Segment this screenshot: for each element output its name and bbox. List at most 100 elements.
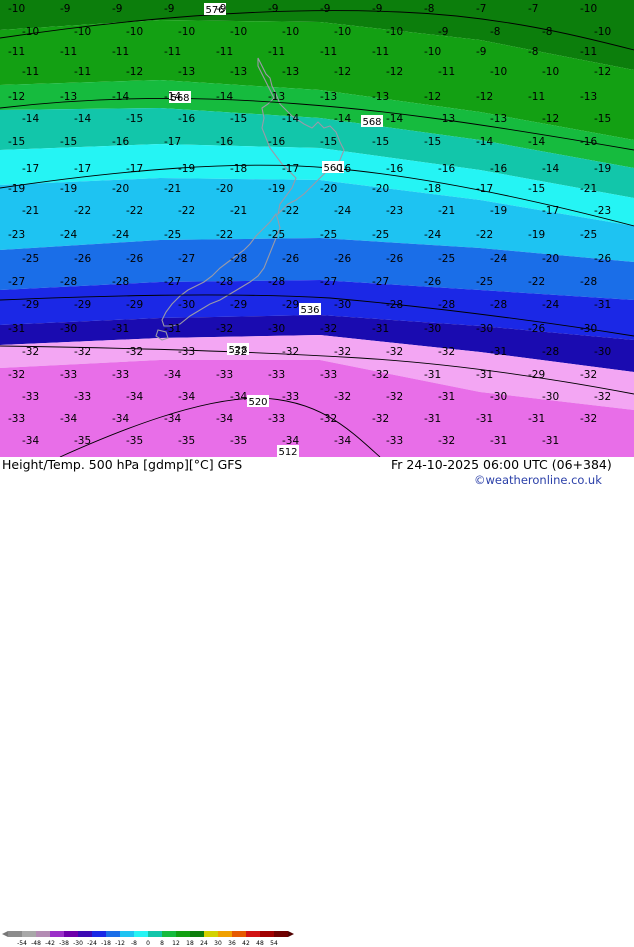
temperature-label: -12 xyxy=(8,91,25,103)
temperature-label: -8 xyxy=(424,3,434,15)
temperature-label: -10 xyxy=(126,26,143,38)
temperature-label: -10 xyxy=(74,26,91,38)
temperature-label: -26 xyxy=(74,253,91,265)
temperature-label: -7 xyxy=(476,3,486,15)
temperature-label: -14 xyxy=(334,113,351,125)
temperature-label: -28 xyxy=(542,346,559,358)
height-label: 520 xyxy=(247,395,269,408)
colorbar-swatch xyxy=(36,931,50,937)
temperature-label: -31 xyxy=(424,413,441,425)
temperature-label: -12 xyxy=(126,66,143,78)
temperature-label: -12 xyxy=(476,91,493,103)
temperature-label: -27 xyxy=(178,253,195,265)
temperature-label: -24 xyxy=(60,229,77,241)
colorbar-swatch xyxy=(106,931,120,937)
temperature-label: -24 xyxy=(424,229,441,241)
temperature-label: -32 xyxy=(334,391,351,403)
temperature-label: -32 xyxy=(438,346,455,358)
temperature-label: -10 xyxy=(334,26,351,38)
temperature-label: -16 xyxy=(268,136,285,148)
temperature-label: -30 xyxy=(60,323,77,335)
temperature-label: -15 xyxy=(594,113,611,125)
temperature-label: -30 xyxy=(542,391,559,403)
temperature-label: -14 xyxy=(476,136,493,148)
colorbar-tick-label: 42 xyxy=(242,940,250,947)
temperature-label: -32 xyxy=(594,391,611,403)
temperature-label: -21 xyxy=(230,205,247,217)
temperature-label: -34 xyxy=(164,369,181,381)
temperature-label: -13 xyxy=(268,91,285,103)
credit-link[interactable]: ©weatheronline.co.uk xyxy=(474,473,602,487)
colorbar-tick-label: 54 xyxy=(270,940,278,947)
temperature-label: -23 xyxy=(8,229,25,241)
temperature-label: -13 xyxy=(372,91,389,103)
temperature-label: -21 xyxy=(22,205,39,217)
colorbar-swatch xyxy=(134,931,148,937)
temperature-label: -11 xyxy=(112,46,129,58)
temperature-label: -29 xyxy=(230,299,247,311)
svg-text:512: 512 xyxy=(278,447,297,457)
temperature-label: -15 xyxy=(424,136,441,148)
temperature-label: -32 xyxy=(386,346,403,358)
temperature-label: -7 xyxy=(528,3,538,15)
product-title: Height/Temp. 500 hPa [gdmp][°C] GFS xyxy=(2,457,243,472)
colorbar-swatch xyxy=(162,931,176,937)
svg-text:520: 520 xyxy=(248,397,267,408)
temperature-label: -16 xyxy=(178,113,195,125)
temperature-label: -25 xyxy=(580,229,597,241)
temperature-label: -11 xyxy=(372,46,389,58)
temperature-label: -13 xyxy=(178,66,195,78)
temperature-label: -28 xyxy=(230,253,247,265)
temperature-label: -30 xyxy=(268,323,285,335)
colorbar-tick-label: -30 xyxy=(73,940,83,947)
temperature-label: -22 xyxy=(178,205,195,217)
temperature-label: -32 xyxy=(580,369,597,381)
temperature-label: -19 xyxy=(8,183,25,195)
temperature-label: -27 xyxy=(164,276,181,288)
temperature-label: -35 xyxy=(178,435,195,447)
temperature-label: -11 xyxy=(528,91,545,103)
temperature-label: -11 xyxy=(580,46,597,58)
temperature-label: -31 xyxy=(112,323,129,335)
temperature-label: -25 xyxy=(372,229,389,241)
temperature-label: -15 xyxy=(60,136,77,148)
temperature-label: -24 xyxy=(334,205,351,217)
temperature-label: -31 xyxy=(372,323,389,335)
temperature-label: -20 xyxy=(216,183,233,195)
temperature-label: -15 xyxy=(528,183,545,195)
temperature-label: -26 xyxy=(594,253,611,265)
temperature-label: -16 xyxy=(438,163,455,175)
temperature-label: -14 xyxy=(74,113,91,125)
temperature-label: -10 xyxy=(8,3,25,15)
temperature-label: -34 xyxy=(216,413,233,425)
colorbar-tick-label: -18 xyxy=(101,940,111,947)
temperature-label: -13 xyxy=(320,91,337,103)
colorbar-swatch xyxy=(78,931,92,937)
temperature-label: -10 xyxy=(542,66,559,78)
colorbar-tick-label: 12 xyxy=(172,940,180,947)
temperature-label: -29 xyxy=(282,299,299,311)
temperature-label: -22 xyxy=(282,205,299,217)
temperature-label: -9 xyxy=(112,3,122,15)
temperature-label: -20 xyxy=(372,183,389,195)
temperature-label: -10 xyxy=(230,26,247,38)
temperature-label: -15 xyxy=(8,136,25,148)
colorbar-swatch xyxy=(176,931,190,937)
temperature-label: -34 xyxy=(22,435,39,447)
temperature-label: -9 xyxy=(320,3,330,15)
temperature-label: -24 xyxy=(112,229,129,241)
temperature-label: -28 xyxy=(268,276,285,288)
temperature-label: -23 xyxy=(594,205,611,217)
temperature-label: -16 xyxy=(216,136,233,148)
temperature-label: -17 xyxy=(22,163,39,175)
temperature-label: -21 xyxy=(164,183,181,195)
temperature-label: -32 xyxy=(334,346,351,358)
temperature-label: -33 xyxy=(178,346,195,358)
temperature-label: -14 xyxy=(164,91,181,103)
temperature-label: -32 xyxy=(320,413,337,425)
temperature-label: -10 xyxy=(386,26,403,38)
temperature-label: -30 xyxy=(580,323,597,335)
temperature-label: -18 xyxy=(230,163,247,175)
temperature-label: -27 xyxy=(8,276,25,288)
colorbar-swatch xyxy=(204,931,218,937)
